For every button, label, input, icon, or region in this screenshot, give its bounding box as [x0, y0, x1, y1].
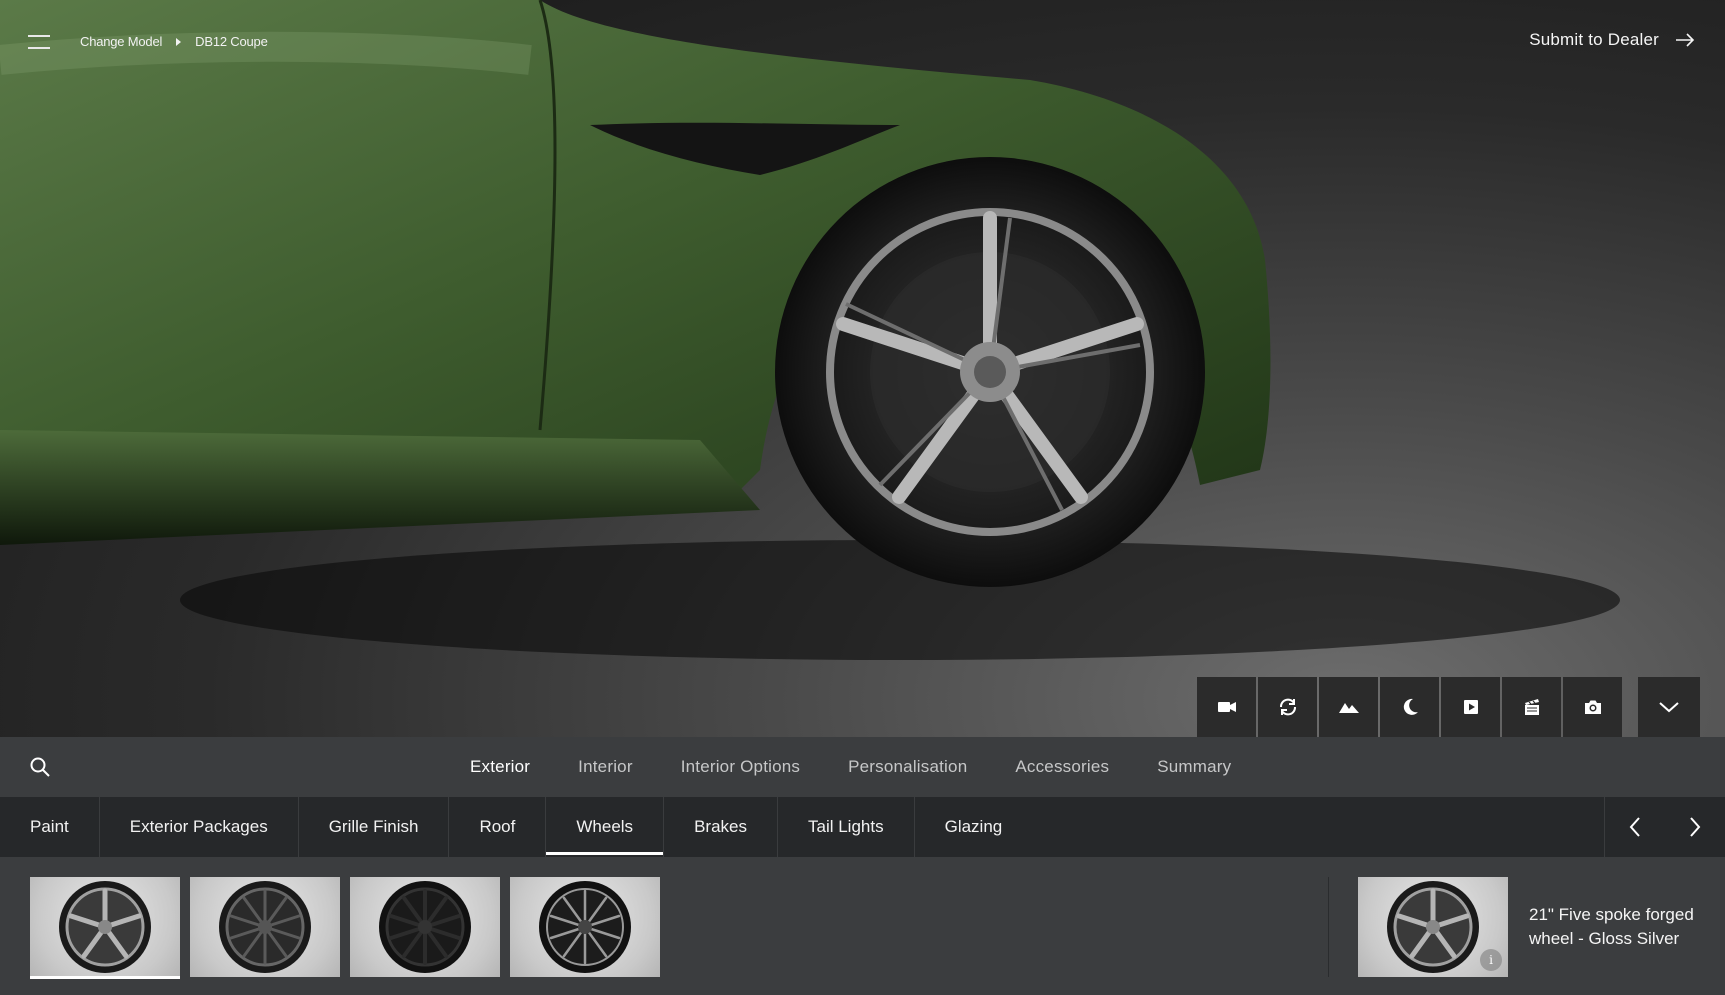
tab-summary[interactable]: Summary — [1157, 757, 1231, 777]
chevron-left-icon — [1629, 817, 1640, 837]
selected-option-name: 21" Five spoke forged wheel - Gloss Silv… — [1529, 905, 1694, 948]
breadcrumb: Change Model DB12 Coupe — [80, 34, 268, 49]
tab-interior-options[interactable]: Interior Options — [681, 757, 800, 777]
rotate-icon — [1279, 698, 1296, 716]
tab-exterior[interactable]: Exterior — [470, 757, 530, 777]
tab-interior[interactable]: Interior — [578, 757, 633, 777]
video-camera-button[interactable] — [1197, 677, 1256, 737]
wheel-image — [539, 881, 631, 973]
subtab-roof[interactable]: Roof — [449, 797, 547, 857]
view-controls — [1197, 677, 1622, 737]
breadcrumb-model: DB12 Coupe — [195, 34, 268, 49]
category-tabs: Exterior Interior Interior Options Perso… — [470, 737, 1279, 797]
subtab-wheels[interactable]: Wheels — [546, 797, 665, 857]
subtab-exterior-packages[interactable]: Exterior Packages — [100, 797, 299, 857]
car-render — [0, 0, 1620, 660]
breadcrumb-arrow-icon — [176, 37, 182, 46]
search-icon[interactable] — [28, 755, 52, 779]
selected-wheel-preview: i — [1358, 877, 1508, 977]
collapse-panel-button[interactable] — [1638, 677, 1700, 737]
play-icon — [1463, 700, 1478, 714]
subtab-paint[interactable]: Paint — [0, 797, 100, 857]
next-button[interactable] — [1665, 797, 1725, 857]
subtab-tail-lights[interactable]: Tail Lights — [778, 797, 915, 857]
chevron-down-icon — [1659, 702, 1679, 713]
wheel-image — [219, 881, 311, 973]
info-icon[interactable]: i — [1480, 949, 1502, 971]
wheel-option-1[interactable] — [30, 877, 180, 979]
wheel-option-2[interactable] — [190, 877, 340, 977]
wheel-option-4[interactable] — [510, 877, 660, 977]
screenshot-button[interactable] — [1563, 677, 1622, 737]
wheel-image — [379, 881, 471, 973]
night-mode-button[interactable] — [1380, 677, 1439, 737]
rotate-button[interactable] — [1258, 677, 1317, 737]
panel-divider — [1328, 877, 1329, 977]
wheel-image — [59, 881, 151, 973]
cinematic-button[interactable] — [1502, 677, 1561, 737]
category-nav: Exterior Interior Interior Options Perso… — [0, 737, 1725, 797]
moon-icon — [1403, 698, 1418, 715]
play-button[interactable] — [1441, 677, 1500, 737]
submit-label: Submit to Dealer — [1529, 30, 1659, 49]
tab-accessories[interactable]: Accessories — [1015, 757, 1109, 777]
arrow-right-icon — [1676, 33, 1695, 47]
wheel-image — [1387, 881, 1479, 973]
subtab-grille-finish[interactable]: Grille Finish — [299, 797, 450, 857]
subtab-glazing[interactable]: Glazing — [915, 797, 1033, 857]
environment-button[interactable] — [1319, 677, 1378, 737]
sub-nav: Paint Exterior Packages Grille Finish Ro… — [0, 797, 1725, 857]
submit-to-dealer-button[interactable]: Submit to Dealer — [1529, 30, 1695, 50]
car-viewport[interactable]: Change Model DB12 Coupe Submit to Dealer — [0, 0, 1725, 737]
subnav-arrows — [1604, 797, 1725, 857]
breadcrumb-change-model[interactable]: Change Model — [80, 34, 162, 49]
wheel-options — [30, 877, 660, 979]
tab-personalisation[interactable]: Personalisation — [848, 757, 967, 777]
landscape-icon — [1338, 703, 1359, 713]
subtab-brakes[interactable]: Brakes — [664, 797, 778, 857]
top-bar: Change Model DB12 Coupe Submit to Dealer — [0, 0, 1725, 84]
camera-icon — [1584, 700, 1601, 714]
video-camera-icon — [1217, 702, 1236, 712]
wheel-option-3[interactable] — [350, 877, 500, 977]
clapperboard-icon — [1524, 699, 1539, 715]
chevron-right-icon — [1690, 817, 1701, 837]
options-panel: i 21" Five spoke forged wheel - Gloss Si… — [0, 857, 1725, 995]
previous-button[interactable] — [1605, 797, 1665, 857]
hamburger-menu-icon[interactable] — [28, 35, 50, 49]
